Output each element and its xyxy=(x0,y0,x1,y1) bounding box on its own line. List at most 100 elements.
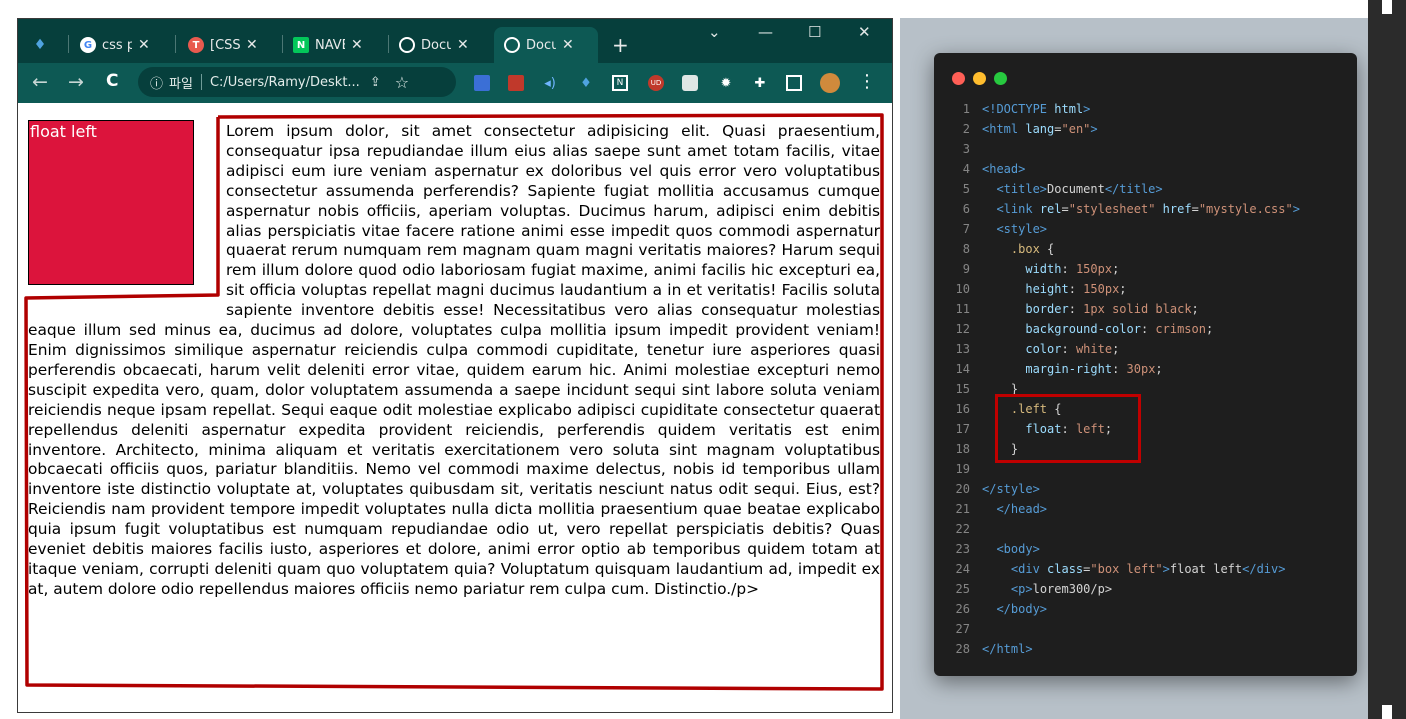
code-line: 3 xyxy=(934,139,1357,159)
google-icon: G xyxy=(80,37,96,53)
code-token: <style> xyxy=(996,222,1048,236)
extension-diamond-icon[interactable]: ♦ xyxy=(578,75,594,91)
line-number: 12 xyxy=(955,322,970,336)
code-token: crimson xyxy=(1155,322,1206,336)
url-text[interactable]: C:/Users/Ramy/Deskt... xyxy=(210,75,360,90)
menu-icon[interactable]: ⋮ xyxy=(858,71,876,92)
back-button[interactable]: ← xyxy=(32,71,48,93)
info-icon[interactable]: ⓘ xyxy=(150,73,163,92)
code-token: <link xyxy=(996,202,1040,216)
code-token: white xyxy=(1075,342,1113,356)
tab-naver[interactable]: N NAVE ✕ xyxy=(293,27,381,63)
forward-button[interactable]: → xyxy=(68,71,84,93)
tab-strip: ♦ G css pc ✕ T [CSS ✕ N NAVE ✕ Docu ✕ Do… xyxy=(18,19,892,63)
extension-audio-icon[interactable]: ◂) xyxy=(542,75,558,91)
line-number: 8 xyxy=(962,242,970,256)
code-token: </div> xyxy=(1242,562,1286,576)
avatar[interactable] xyxy=(820,73,840,93)
code-token: = xyxy=(1061,202,1069,216)
line-number: 26 xyxy=(955,602,970,616)
minimize-button[interactable]: — xyxy=(758,23,773,41)
close-dot-icon xyxy=(952,72,965,85)
code-line: 11 border: 1px solid black; xyxy=(934,299,1357,319)
code-token: height xyxy=(1025,282,1069,296)
code-token: "box left" xyxy=(1090,562,1163,576)
code-token: ; xyxy=(1205,322,1214,336)
globe-icon xyxy=(504,37,520,53)
code-token: ; xyxy=(1191,302,1199,316)
close-icon[interactable]: ✕ xyxy=(138,37,150,53)
code-token: "stylesheet" xyxy=(1068,202,1156,216)
code-token: </style> xyxy=(982,482,1040,496)
close-icon[interactable]: ✕ xyxy=(246,37,258,53)
extension-ublock-icon[interactable]: UD xyxy=(648,75,664,91)
close-icon[interactable]: ✕ xyxy=(562,37,574,53)
tab-css[interactable]: T [CSS ✕ xyxy=(188,27,274,63)
line-number: 13 xyxy=(955,342,970,356)
code-token: : xyxy=(1068,302,1084,316)
code-token: lorem300/p> xyxy=(1032,582,1113,596)
star-icon[interactable]: ☆ xyxy=(395,73,409,92)
code-line: 23 <body> xyxy=(934,539,1357,559)
extension-save-icon[interactable] xyxy=(508,75,524,91)
share-icon[interactable]: ⇪ xyxy=(370,75,381,90)
tistory-icon: T xyxy=(188,37,204,53)
extension-gear-icon[interactable]: ✹ xyxy=(718,75,734,91)
code-token: rel xyxy=(1039,202,1062,216)
extension-translate-icon[interactable] xyxy=(474,75,490,91)
close-icon[interactable]: ✕ xyxy=(457,37,469,53)
extension-camera-icon[interactable] xyxy=(682,75,698,91)
side-panel-icon[interactable] xyxy=(786,75,802,91)
code-token: background-color xyxy=(1025,322,1141,336)
line-number: 23 xyxy=(955,542,970,556)
code-token: ; xyxy=(1112,342,1120,356)
code-line: 22 xyxy=(934,519,1357,539)
code-line: 1 <!DOCTYPE html> xyxy=(934,99,1357,119)
line-number: 20 xyxy=(955,482,970,496)
line-number: 15 xyxy=(955,382,970,396)
tab-document-active[interactable]: Docu ✕ xyxy=(494,27,598,63)
tab-document-1[interactable]: Docu ✕ xyxy=(399,27,487,63)
extensions-puzzle-icon[interactable]: ✚ xyxy=(752,75,768,91)
line-number: 25 xyxy=(955,582,970,596)
line-number: 17 xyxy=(955,422,970,436)
code-token: href xyxy=(1162,202,1192,216)
line-number: 5 xyxy=(962,182,970,196)
line-number: 6 xyxy=(962,202,970,216)
tab-css-pc[interactable]: G css pc ✕ xyxy=(80,27,168,63)
browser-window: ♦ G css pc ✕ T [CSS ✕ N NAVE ✕ Docu ✕ Do… xyxy=(17,18,893,713)
reload-button[interactable]: C xyxy=(106,71,118,91)
code-token: ; xyxy=(1155,362,1163,376)
tab-title: [CSS xyxy=(210,37,240,53)
minimize-dot-icon xyxy=(973,72,986,85)
address-bar[interactable]: ⓘ 파일 C:/Users/Ramy/Deskt... ⇪ ☆ xyxy=(138,67,456,97)
code-token: 1px solid black xyxy=(1083,302,1192,316)
code-token: <div xyxy=(1010,562,1048,576)
close-icon[interactable]: ✕ xyxy=(351,37,363,53)
code-line: 24 <div class="box left">float left</div… xyxy=(934,559,1357,579)
new-tab-button[interactable]: + xyxy=(612,27,632,63)
code-token: ; xyxy=(1112,262,1120,276)
extension-notion-icon[interactable]: N xyxy=(612,75,628,91)
diamond-icon: ♦ xyxy=(33,37,47,53)
line-number: 3 xyxy=(962,142,970,156)
code-token: : xyxy=(1061,342,1076,356)
code-line: 4 <head> xyxy=(934,159,1357,179)
tab-search-button[interactable]: ⌄ xyxy=(708,23,721,41)
tab-pinned[interactable]: ♦ xyxy=(32,27,56,63)
code-token: </head> xyxy=(996,502,1048,516)
close-window-button[interactable]: ✕ xyxy=(858,23,871,41)
maximize-button[interactable]: ☐ xyxy=(808,23,821,41)
code-line: 12 background-color: crimson; xyxy=(934,319,1357,339)
code-token: "mystyle.css" xyxy=(1198,202,1293,216)
code-token: : xyxy=(1112,362,1127,376)
code-token: .box xyxy=(1010,242,1040,256)
